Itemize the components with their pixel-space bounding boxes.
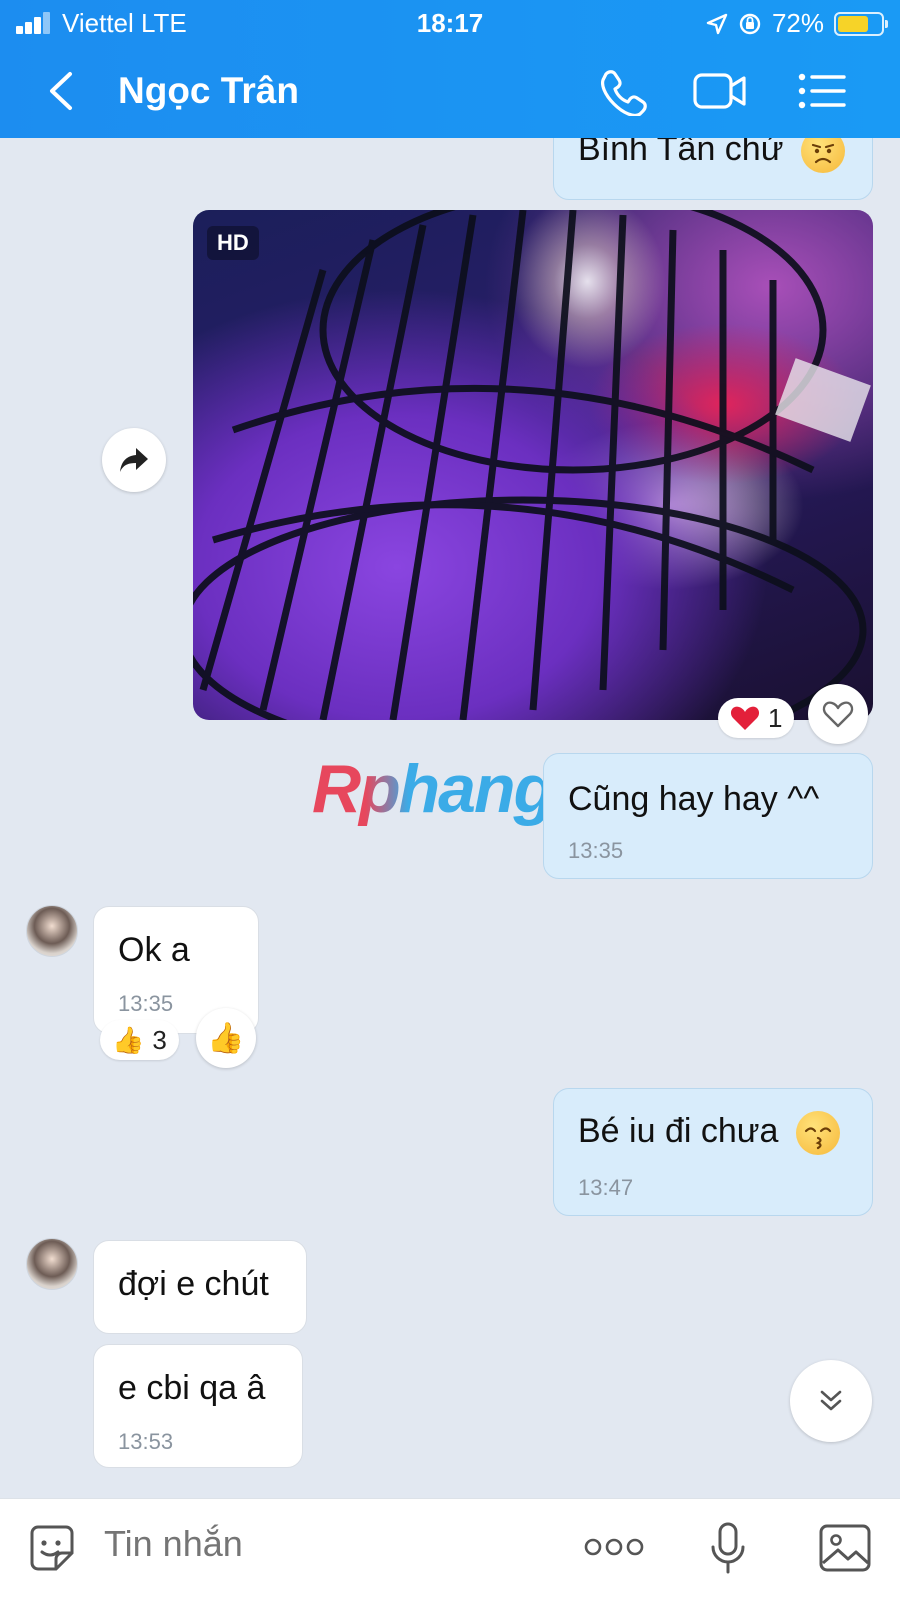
battery-percent: 72% bbox=[771, 8, 824, 38]
reaction-summary[interactable]: 👍 3 bbox=[100, 1020, 179, 1060]
message-bubble-sent[interactable]: Bé iu đi chưa 13:47 bbox=[553, 1088, 873, 1216]
composer-bar bbox=[0, 1498, 900, 1600]
microphone-icon[interactable] bbox=[708, 1521, 748, 1577]
message-bubble-received[interactable]: e cbi qa â 13:53 bbox=[93, 1344, 303, 1468]
message-time: 13:53 bbox=[118, 1429, 174, 1454]
scroll-to-bottom-button[interactable] bbox=[790, 1360, 872, 1442]
heart-outline-icon bbox=[822, 701, 854, 728]
message-text: Bé iu đi chưa bbox=[578, 1111, 779, 1150]
back-arrow-icon[interactable] bbox=[42, 68, 82, 114]
message-bubble-sent[interactable]: Bình Tân chứ bbox=[553, 138, 873, 200]
message-text: đợi e chút bbox=[118, 1265, 269, 1303]
double-chevron-down-icon bbox=[820, 1390, 842, 1411]
location-arrow-icon bbox=[706, 13, 728, 34]
message-text: e cbi qa â bbox=[118, 1369, 266, 1407]
message-bubble-sent[interactable]: Cũng hay hay ^^ 13:35 bbox=[543, 753, 873, 879]
message-input[interactable] bbox=[104, 1523, 544, 1565]
photo-content bbox=[193, 210, 871, 720]
status-right: 72% bbox=[706, 8, 888, 39]
status-bar: Viettel LTE 18:17 72% bbox=[0, 0, 900, 46]
message-text: Bình Tân chứ bbox=[578, 138, 784, 168]
contact-name[interactable]: Ngọc Trân bbox=[118, 70, 299, 112]
contact-avatar[interactable] bbox=[26, 905, 78, 957]
photo-message[interactable]: HD bbox=[193, 210, 873, 720]
video-call-icon[interactable] bbox=[692, 66, 748, 116]
contact-avatar[interactable] bbox=[26, 1238, 78, 1290]
message-text: Ok a bbox=[118, 931, 190, 969]
react-button[interactable] bbox=[808, 684, 868, 744]
message-text: Cũng hay hay ^^ bbox=[568, 780, 820, 818]
sticker-icon[interactable] bbox=[26, 1523, 78, 1575]
more-options-icon[interactable] bbox=[584, 1535, 644, 1559]
message-time: 13:35 bbox=[118, 991, 174, 1016]
hd-badge: HD bbox=[207, 226, 259, 260]
reaction-count: 1 bbox=[768, 702, 783, 733]
phone-call-icon[interactable] bbox=[596, 66, 652, 116]
forward-arrow-icon bbox=[120, 448, 148, 472]
reaction-summary[interactable]: 1 bbox=[718, 698, 795, 738]
menu-list-icon[interactable] bbox=[794, 66, 850, 116]
message-time: 13:35 bbox=[568, 838, 624, 863]
worried-face-icon bbox=[800, 138, 845, 173]
image-gallery-icon[interactable] bbox=[818, 1523, 872, 1573]
rotation-lock-icon bbox=[739, 13, 761, 34]
message-time: 13:47 bbox=[578, 1175, 634, 1200]
kissing-face-icon bbox=[795, 1111, 840, 1155]
react-button[interactable]: 👍 bbox=[196, 1008, 256, 1068]
thumbs-up-icon: 👍 bbox=[112, 1024, 145, 1055]
watermark-logo: Rphang bbox=[312, 751, 555, 827]
reaction-count: 3 bbox=[152, 1024, 167, 1055]
chat-header: Ngọc Trân bbox=[0, 46, 900, 138]
heart-icon bbox=[730, 706, 760, 730]
message-bubble-received[interactable]: đợi e chút bbox=[93, 1240, 307, 1334]
forward-button[interactable] bbox=[102, 428, 166, 492]
battery-icon bbox=[834, 11, 888, 36]
top-bar: Viettel LTE 18:17 72% Ngọc Trân bbox=[0, 0, 900, 138]
message-list[interactable]: Bình Tân chứ HD 1 Rphang Cũng hay hay ^^… bbox=[0, 138, 900, 1498]
thumbs-up-icon: 👍 bbox=[207, 1021, 245, 1055]
